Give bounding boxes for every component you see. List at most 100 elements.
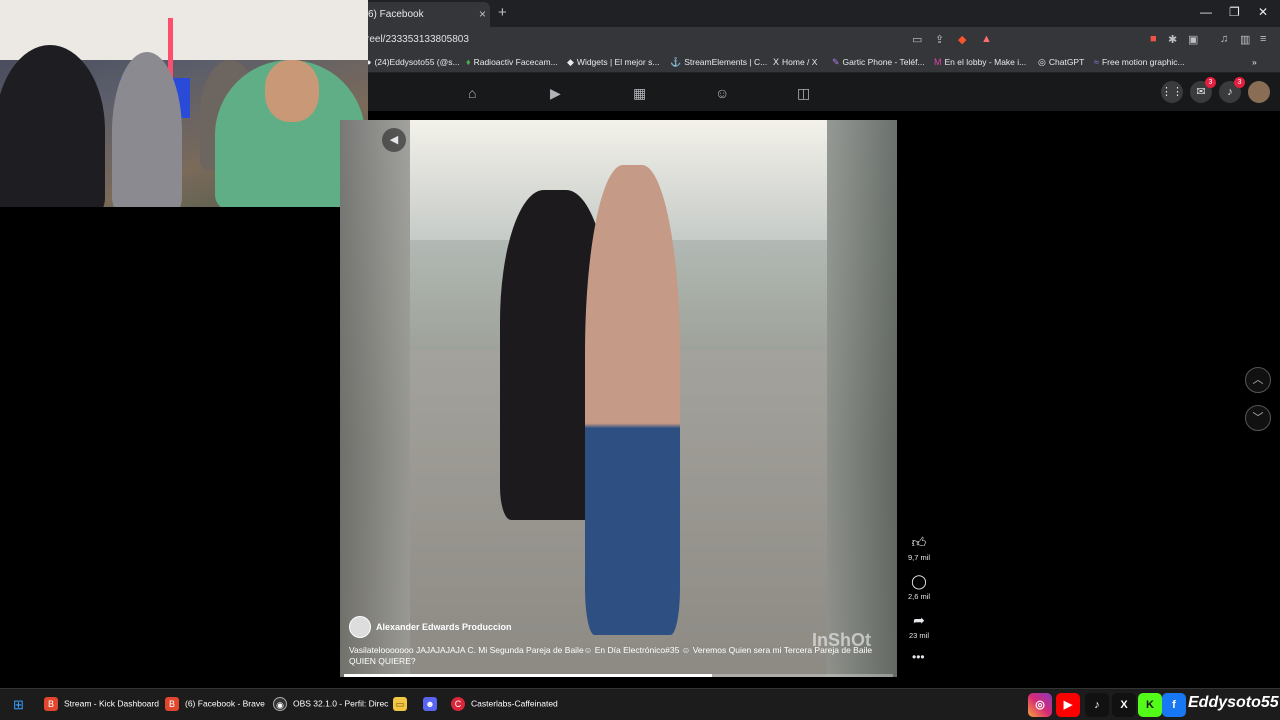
video-blur-right [827,120,897,677]
bookmark-item[interactable]: ✎ Gartic Phone - Teléf... [832,57,925,68]
obs-icon: ◉ [273,697,287,711]
bookmark-item[interactable]: ⚓ StreamElements | C... [670,57,767,68]
bookmark-item[interactable]: ◎ ChatGPT [1038,57,1084,68]
bookmark-label: Home / X [782,57,818,67]
tab-search-icon[interactable]: ▣ [1188,33,1198,46]
tab-facebook[interactable]: 6) Facebook × [360,2,490,27]
comment-icon: ◯ [911,573,927,589]
taskbar-label: Stream - Kick Dashboard [64,698,159,709]
messenger-badge: 3 [1205,77,1216,88]
progress-bar[interactable] [344,674,893,677]
tiktok-icon: ♪ [1085,693,1109,717]
person-face [265,60,319,122]
brave-rewards-icon[interactable]: ▲ [981,33,992,45]
bookmark-label: (24)Eddysoto55 (@s... [374,57,460,67]
gaming-icon[interactable]: ◫ [797,85,810,102]
menu-icon[interactable]: ≡ [1260,33,1266,45]
taskbar-label: Casterlabs-Caffeinated [471,698,558,709]
video-blur-left [340,120,410,677]
brave-shields-icon[interactable]: ◆ [958,33,966,46]
bookmark-item[interactable]: X Home / X [773,57,817,67]
bookmark-item[interactable]: ● (24)Eddysoto55 (@s... [366,57,460,67]
groups-icon[interactable]: ☺ [715,85,729,101]
share-icon[interactable]: ⇪ [935,33,944,46]
profile-avatar[interactable] [1248,81,1270,103]
marketplace-icon[interactable]: ▦ [633,85,646,102]
more-options-button[interactable]: ••• [912,650,925,664]
comment-button[interactable]: ◯ 2,6 mil [904,573,934,601]
bookmark-item[interactable]: ≈ Free motion graphic... [1094,57,1185,67]
media-icon[interactable]: ♫ [1220,33,1228,45]
bookmark-label: Widgets | El mejor s... [576,57,660,67]
reel-caption: Vasilatelooooooo JAJAJAJAJA C. Mi Segund… [349,645,873,666]
messenger-icon[interactable]: ✉ 3 [1190,77,1216,103]
minimize-button[interactable]: — [1200,5,1212,19]
taskbar-item[interactable]: C Casterlabs-Caffeinated [451,697,558,711]
url-field[interactable]: reel/233353133805803 [366,34,469,45]
windows-start-icon[interactable]: ⊞ [13,697,24,713]
bookmark-label: Radioactiv Facecam... [473,57,558,67]
streamer-handle: Eddysoto55 [1188,694,1279,711]
close-window-button[interactable]: ✕ [1258,5,1268,19]
share-count: 23 mil [908,631,929,640]
reel-video[interactable]: ◀ InShOt Alexander Edwards Produccion Va… [340,120,897,677]
menu-grid-icon[interactable]: ⋮⋮ [1161,81,1183,103]
video-icon[interactable]: ▶ [550,85,561,102]
bookmark-icon: ⚓ [670,57,682,67]
previous-reel-button[interactable]: ︿ [1245,367,1271,393]
taskbar: ⊞ B Stream - Kick Dashboard B (6) Facebook… [0,688,1280,720]
home-icon[interactable]: ⌂ [468,85,476,101]
bookmark-label: StreamElements | C... [684,57,768,67]
tab-close-button[interactable]: × [479,2,486,27]
author-name[interactable]: Alexander Edwards Produccion [376,622,512,632]
author-avatar[interactable] [349,616,371,638]
bookmark-label: Gartic Phone - Teléf... [842,57,925,67]
kick-icon: K [1138,693,1162,717]
bookmark-icon: ≈ [1094,57,1099,67]
bookmark-label: ChatGPT [1048,57,1085,67]
tab-title: 6) Facebook [368,9,424,20]
comment-count: 2,6 mil [907,592,931,601]
person-middle [112,52,182,207]
bookmark-label: En el lobby - Make i... [944,57,1027,67]
taskbar-item[interactable]: B (6) Facebook - Brave [165,697,265,711]
next-reel-button[interactable]: ﹀ [1245,405,1271,431]
file-explorer-icon: ▭ [393,697,407,711]
instagram-icon: ◎ [1028,693,1052,717]
taskbar-label: OBS 32.1.0 - Perfil: Direc [293,698,389,709]
person-left [0,45,105,207]
bookmark-icon: ◆ [567,57,574,67]
restore-button[interactable]: ❐ [1229,5,1240,19]
cast-icon[interactable]: ▭ [912,33,922,46]
share-arrow-icon: ➦ [913,612,925,628]
taskbar-item[interactable]: ☻ [423,697,443,711]
webcam-overlay [0,0,368,207]
notifications-icon[interactable]: ♪ 3 [1219,77,1245,103]
taskbar-item[interactable]: ▭ [393,697,413,711]
taskbar-item[interactable]: B Stream - Kick Dashboard [44,697,159,711]
bookmark-label: Free motion graphic... [1101,57,1185,67]
taskbar-label: (6) Facebook - Brave [185,698,265,709]
volume-icon[interactable]: ◀ [382,128,406,152]
brave-icon: B [44,697,58,711]
bookmark-icon: ✎ [832,57,840,67]
discord-icon: ☻ [423,697,437,711]
bookmark-icon: ◎ [1038,57,1046,67]
taskbar-item[interactable]: ◉ OBS 32.1.0 - Perfil: Direc [273,697,388,711]
like-button[interactable]: 👍︎ 9,7 mil [904,534,934,562]
extensions-puzzle-icon[interactable]: ✱ [1168,33,1177,46]
bookmarks-more-button[interactable]: » [1252,57,1257,67]
bookmark-item[interactable]: M En el lobby - Make i... [934,57,1026,67]
like-count: 9,7 mil [907,553,931,562]
bookmark-item[interactable]: ◆ Widgets | El mejor s... [567,57,659,68]
notifications-badge: 3 [1234,77,1245,88]
bookmark-item[interactable]: ♦ Radioactiv Facecam... [466,57,558,67]
like-icon: 👍︎ [911,534,927,550]
brave-icon: B [165,697,179,711]
share-button[interactable]: ➦ 23 mil [904,612,934,640]
extension-icon[interactable]: ■ [1150,33,1157,45]
progress-fill [344,674,712,677]
new-tab-button[interactable]: + [498,4,507,21]
sidebar-icon[interactable]: ▥ [1240,33,1250,46]
x-icon: X [1112,693,1136,717]
